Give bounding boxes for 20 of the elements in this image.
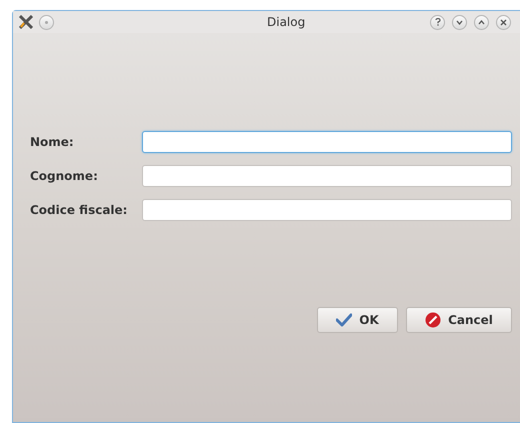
checkmark-icon <box>336 313 352 327</box>
app-logo-icon <box>19 15 33 29</box>
close-icon <box>500 18 507 26</box>
text-field[interactable] <box>142 131 512 153</box>
dialog-button[interactable]: Cancel <box>406 307 512 333</box>
text-field[interactable] <box>142 199 512 221</box>
maximize-button[interactable] <box>474 14 489 30</box>
field-label: Codice fiscale: <box>30 202 128 219</box>
field-label: Cognome: <box>30 168 99 185</box>
close-button[interactable] <box>496 14 511 30</box>
text-field[interactable] <box>142 165 512 187</box>
chevron-down-icon <box>456 20 463 24</box>
minimize-button[interactable] <box>452 14 467 30</box>
field-label: Nome: <box>30 134 75 151</box>
chevron-up-icon <box>478 20 485 24</box>
no-entry-icon <box>425 312 442 328</box>
question-mark-icon <box>434 18 440 26</box>
dialog-button[interactable]: OK <box>317 307 398 333</box>
window-title: Dialog <box>267 14 306 31</box>
help-button[interactable] <box>430 14 445 30</box>
